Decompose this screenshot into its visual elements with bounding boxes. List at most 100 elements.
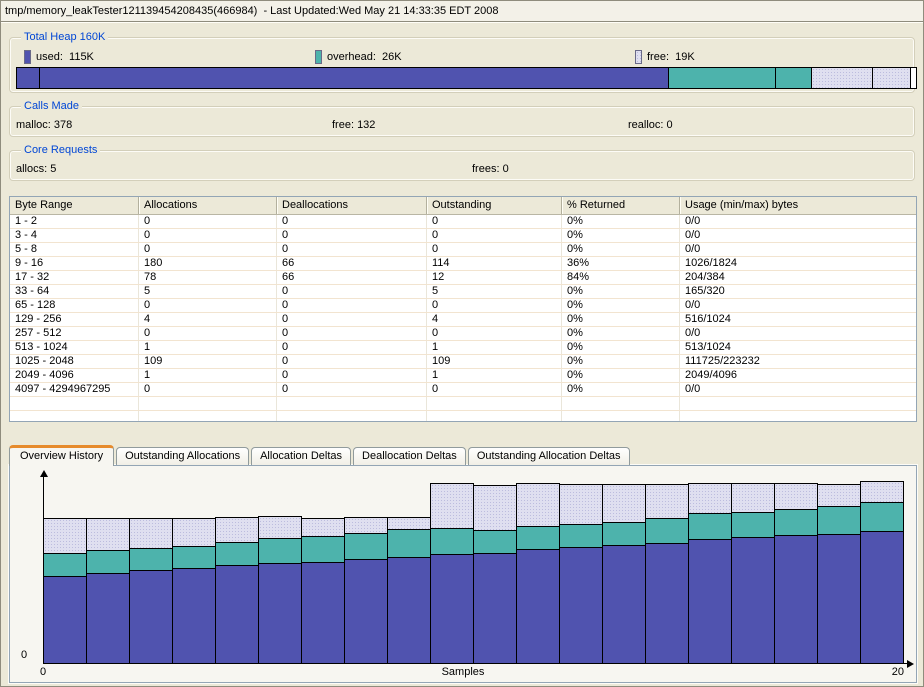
table-cell: 1 (139, 341, 277, 354)
table-cell (562, 397, 680, 410)
table-row-129-256[interactable]: 129 - 2564040%516/1024 (10, 313, 916, 327)
bar-segment-used (44, 577, 86, 663)
table-cell: 204/384 (680, 271, 916, 284)
bar-segment-free (130, 519, 172, 549)
allocation-table-body: 1 - 20000%0/03 - 40000%0/05 - 80000%0/09… (10, 215, 916, 422)
table-cell: 0 (427, 299, 562, 312)
bar-sample-9 (387, 517, 431, 663)
allocation-table-header: Byte RangeAllocationsDeallocationsOutsta… (10, 197, 916, 215)
bar-segment-overhead (431, 529, 473, 555)
table-cell (277, 411, 427, 422)
table-cell: 0% (562, 369, 680, 382)
x-axis (43, 663, 908, 664)
table-row-9-16[interactable]: 9 - 161806611436%1026/1824 (10, 257, 916, 271)
table-cell: 0 (139, 327, 277, 340)
table-cell: 513/1024 (680, 341, 916, 354)
bar-segment-free (259, 517, 301, 539)
table-cell (427, 411, 562, 422)
tab-overview-history[interactable]: Overview History (9, 445, 114, 466)
bar-sample-6 (258, 516, 302, 663)
table-header-deallocations[interactable]: Deallocations (277, 197, 427, 214)
bar-segment-free (732, 484, 774, 513)
bar-segment-used (775, 536, 817, 663)
bar-segment-overhead (775, 510, 817, 536)
x-axis-tick-20: 20 (870, 666, 904, 679)
table-cell: 0 (139, 243, 277, 256)
table-header--returned[interactable]: % Returned (562, 197, 680, 214)
meter-segment-free-5 (873, 68, 911, 88)
table-row-4097-4294967295[interactable]: 4097 - 42949672950000%0/0 (10, 383, 916, 397)
table-cell (680, 411, 916, 422)
table-cell: 0 (277, 327, 427, 340)
table-row-513-1024[interactable]: 513 - 10241010%513/1024 (10, 341, 916, 355)
bar-segment-overhead (732, 513, 774, 538)
table-row-17-32[interactable]: 17 - 3278661284%204/384 (10, 271, 916, 285)
table-cell: 9 - 16 (10, 257, 139, 270)
bar-segment-free (560, 485, 602, 525)
bar-sample-7 (301, 518, 345, 663)
table-row-empty[interactable] (10, 397, 916, 411)
table-header-outstanding[interactable]: Outstanding (427, 197, 562, 214)
table-header-usage-min-max-bytes[interactable]: Usage (min/max) bytes (680, 197, 916, 214)
table-cell (427, 397, 562, 410)
y-axis-arrow-icon (40, 470, 48, 477)
bar-segment-overhead (474, 531, 516, 554)
bar-sample-19 (817, 484, 861, 663)
meter-segment-used-1 (40, 68, 669, 88)
tab-deallocation-deltas[interactable]: Deallocation Deltas (353, 447, 466, 465)
bar-sample-14 (602, 484, 646, 663)
tab-outstanding-allocations[interactable]: Outstanding Allocations (116, 447, 249, 465)
memory-leak-tester-window: tmp/memory_leakTester121139454208435(466… (0, 0, 924, 687)
table-row-1-2[interactable]: 1 - 20000%0/0 (10, 215, 916, 229)
heap-legend-item-used: used: 115K (24, 49, 94, 64)
bar-segment-free (861, 482, 903, 503)
table-row-3-4[interactable]: 3 - 40000%0/0 (10, 229, 916, 243)
table-row-5-8[interactable]: 5 - 80000%0/0 (10, 243, 916, 257)
table-cell: 5 (139, 285, 277, 298)
table-header-allocations[interactable]: Allocations (139, 197, 277, 214)
tab-outstanding-allocation-deltas[interactable]: Outstanding Allocation Deltas (468, 447, 630, 465)
bar-segment-free (216, 518, 258, 543)
tab-allocation-deltas[interactable]: Allocation Deltas (251, 447, 351, 465)
table-row-65-128[interactable]: 65 - 1280000%0/0 (10, 299, 916, 313)
bar-segment-free (173, 519, 215, 547)
table-cell: 3 - 4 (10, 229, 139, 242)
table-row-empty[interactable] (10, 411, 916, 422)
bar-segment-free (87, 519, 129, 551)
table-cell: 0 (277, 383, 427, 396)
stat-malloc: malloc: 378 (16, 118, 72, 132)
table-row-33-64[interactable]: 33 - 645050%165/320 (10, 285, 916, 299)
table-cell: 1026/1824 (680, 257, 916, 270)
stat-allocs: allocs: 5 (16, 162, 56, 176)
overview-history-panel: 0 0 Samples 20 (9, 465, 917, 683)
bar-segment-free (517, 484, 559, 527)
table-cell: 36% (562, 257, 680, 270)
heap-legend-item-overhead: overhead: 26K (315, 49, 402, 64)
bar-sample-17 (731, 483, 775, 663)
bar-segment-used (861, 532, 903, 663)
table-cell: 0/0 (680, 383, 916, 396)
overhead-swatch-icon (315, 50, 322, 64)
bar-sample-10 (430, 483, 474, 663)
core-requests-title: Core Requests (21, 143, 100, 157)
table-cell: 0% (562, 355, 680, 368)
used-swatch-icon (24, 50, 31, 64)
table-cell: 4097 - 4294967295 (10, 383, 139, 396)
table-cell: 2049 - 4096 (10, 369, 139, 382)
table-cell: 1 - 2 (10, 215, 139, 228)
table-header-byte-range[interactable]: Byte Range (10, 197, 139, 214)
table-row-1025-2048[interactable]: 1025 - 204810901090%111725/223232 (10, 355, 916, 369)
table-cell: 0 (427, 327, 562, 340)
table-row-2049-4096[interactable]: 2049 - 40961010%2049/4096 (10, 369, 916, 383)
bar-segment-free (388, 518, 430, 530)
bar-segment-overhead (44, 554, 86, 577)
table-cell: 0 (427, 215, 562, 228)
allocation-table: Byte RangeAllocationsDeallocationsOutsta… (9, 196, 917, 422)
table-cell: 84% (562, 271, 680, 284)
bar-sample-13 (559, 484, 603, 663)
table-cell: 33 - 64 (10, 285, 139, 298)
bar-segment-overhead (388, 530, 430, 558)
bar-segment-overhead (818, 507, 860, 535)
table-cell: 1025 - 2048 (10, 355, 139, 368)
table-row-257-512[interactable]: 257 - 5120000%0/0 (10, 327, 916, 341)
